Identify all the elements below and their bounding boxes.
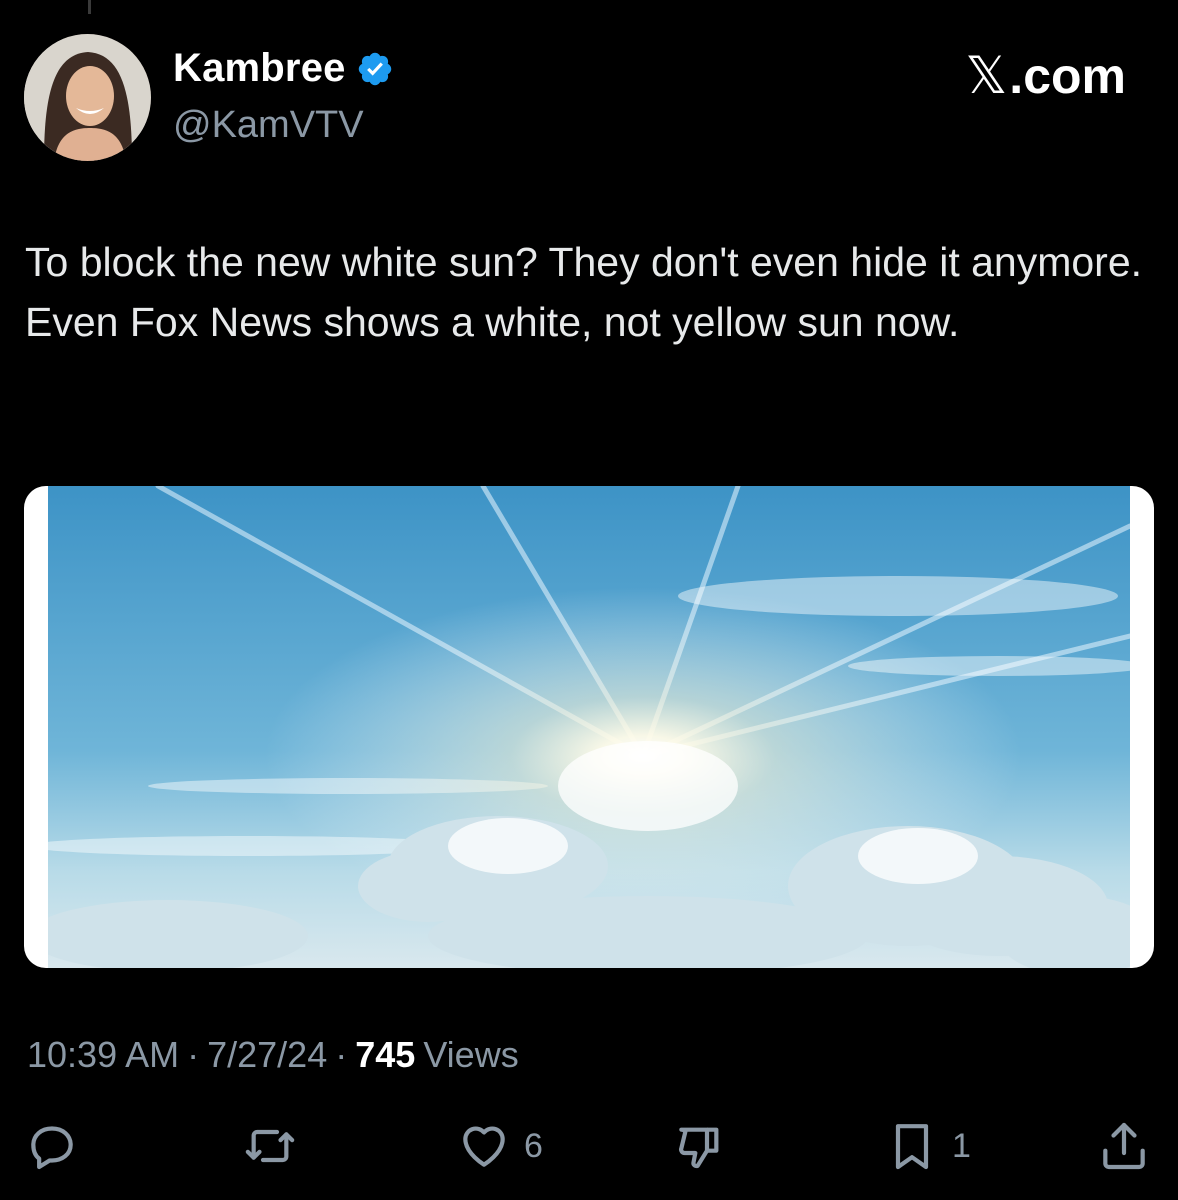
reply-icon — [31, 1126, 73, 1170]
author-display-name[interactable]: Kambree — [173, 46, 346, 91]
tweet-media[interactable] — [24, 486, 1154, 968]
source-label: .com — [1009, 48, 1126, 104]
reply-button[interactable] — [24, 1118, 80, 1174]
meta-separator: · — [335, 1034, 348, 1075]
tweet-date[interactable]: 7/27/24 — [207, 1034, 327, 1076]
like-count: 6 — [524, 1126, 543, 1165]
bookmark-button[interactable]: 1 — [884, 1118, 971, 1174]
tweet-meta: 10:39 AM · 7/27/24 · 745 Views — [27, 1034, 519, 1076]
share-icon — [1103, 1122, 1145, 1170]
bookmark-count: 1 — [952, 1126, 971, 1165]
dislike-button[interactable] — [672, 1118, 728, 1174]
x-logo-icon: 𝕏 — [965, 46, 1008, 106]
bookmark-icon — [895, 1124, 929, 1170]
sun-sky-photo — [48, 486, 1130, 968]
like-button[interactable]: 6 — [456, 1118, 543, 1174]
repost-button[interactable] — [242, 1118, 298, 1174]
source-watermark: 𝕏 .com — [965, 46, 1126, 106]
action-bar: 6 1 — [0, 1118, 1178, 1188]
tweet-time[interactable]: 10:39 AM — [27, 1034, 179, 1076]
thread-connector-line — [88, 0, 91, 14]
dislike-icon — [679, 1127, 719, 1169]
avatar-photo — [24, 34, 151, 161]
views-count: 745 — [355, 1034, 416, 1075]
author-handle[interactable]: @KamVTV — [173, 104, 364, 147]
views-label: Views — [423, 1034, 519, 1075]
meta-separator: · — [187, 1034, 200, 1075]
author-name-row: Kambree — [173, 46, 394, 91]
avatar[interactable] — [24, 34, 151, 161]
tweet-text: To block the new white sun? They don't e… — [25, 239, 1143, 345]
heart-icon — [463, 1126, 505, 1167]
verified-badge-icon — [358, 52, 391, 85]
share-button[interactable] — [1096, 1118, 1152, 1174]
repost-icon — [245, 1129, 295, 1163]
